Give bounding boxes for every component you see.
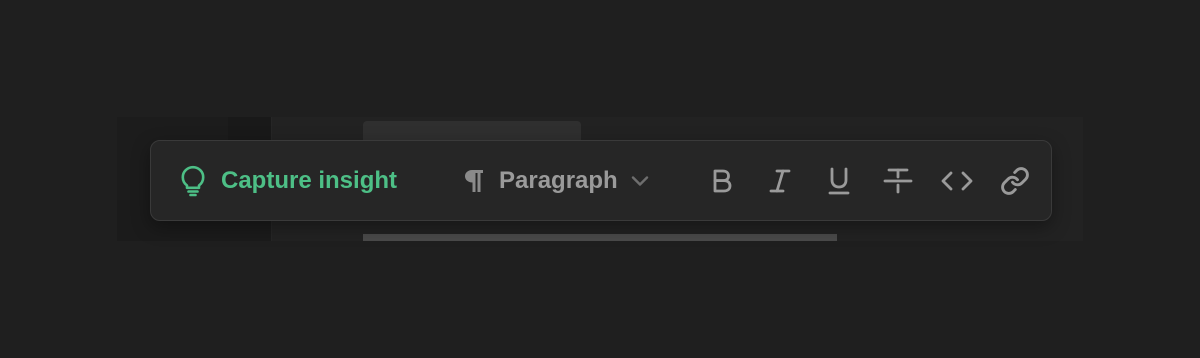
underline-button[interactable] [819,141,859,220]
lightbulb-icon [179,165,207,197]
capture-insight-button[interactable]: Capture insight [179,141,397,220]
editor-canvas: Capture insight Paragraph [0,0,1200,358]
link-icon [1000,166,1030,196]
selection-highlight [363,234,837,241]
code-icon [941,170,973,192]
block-type-label: Paragraph [499,166,618,194]
chevron-down-icon [630,175,650,187]
floating-format-toolbar: Capture insight Paragraph [150,140,1052,221]
strikethrough-button[interactable] [878,141,918,220]
code-button[interactable] [937,141,977,220]
block-type-dropdown[interactable]: Paragraph [463,141,650,220]
italic-icon [768,168,792,194]
pilcrow-icon [463,168,485,194]
italic-button[interactable] [760,141,800,220]
capture-insight-label: Capture insight [221,166,398,194]
bold-button[interactable] [702,141,742,220]
bold-icon [711,168,733,194]
strikethrough-icon [883,167,913,195]
link-button[interactable] [995,141,1035,220]
underline-icon [827,166,851,196]
